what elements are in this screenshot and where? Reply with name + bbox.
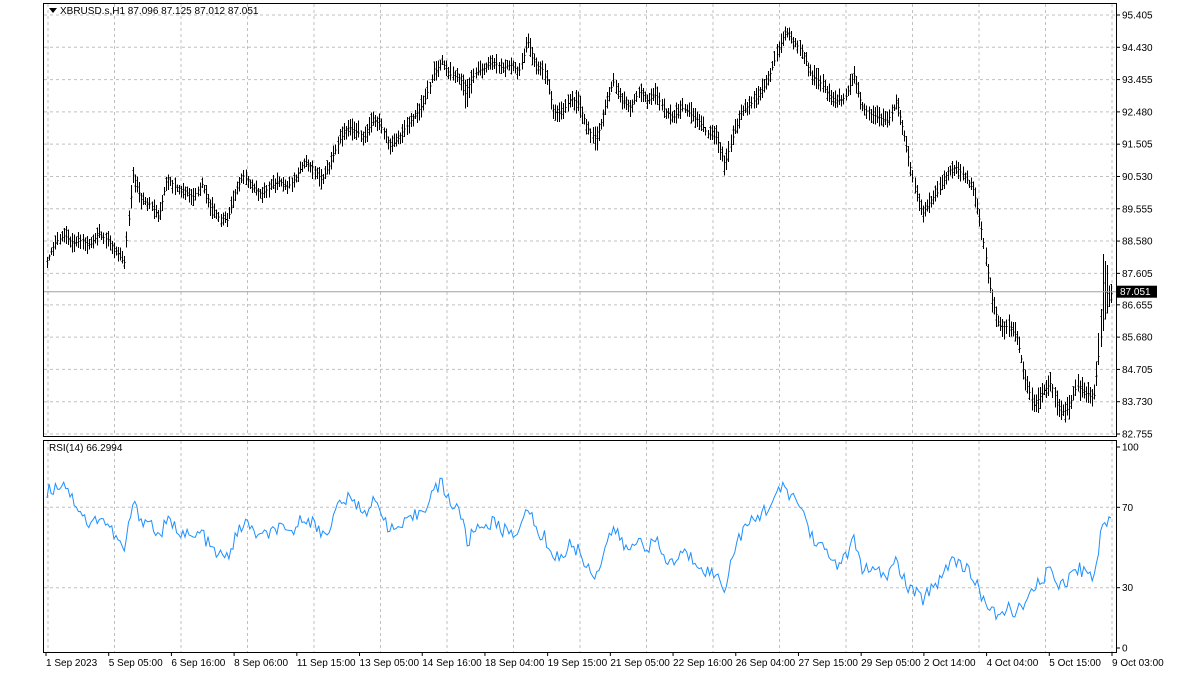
price-tick-label: 93.455 [1122,75,1153,86]
time-tick-label: 5 Oct 15:00 [1049,658,1101,669]
time-tick-label: 5 Sep 05:00 [109,658,163,669]
rsi-tick-label: 0 [1122,644,1128,655]
price-tick-label: 88.580 [1122,237,1153,248]
rsi-grid [44,441,1116,652]
time-tick-label: 14 Sep 16:00 [422,658,482,669]
time-tick-label: 22 Sep 16:00 [673,658,733,669]
time-tick-label: 11 Sep 15:00 [297,658,356,669]
chart-canvas[interactable]: 95.405 94.430 93.455 92.480 91.505 90.530 89.5… [0,0,1200,675]
rsi-tick-label: 30 [1122,583,1134,594]
price-axis: 95.405 94.430 93.455 92.480 91.505 90.530 89.5… [1116,11,1153,441]
time-tick-label: 9 Oct 03:00 [1112,658,1164,669]
price-tick-label: 94.430 [1122,43,1153,54]
time-tick-label: 21 Sep 05:00 [610,658,670,669]
time-tick-label: 8 Sep 06:00 [234,658,288,669]
time-tick-label: 6 Sep 16:00 [171,658,225,669]
price-tick-label: 82.755 [1122,430,1153,441]
price-tick-label: 91.505 [1122,140,1153,151]
price-tick-label: 84.705 [1122,365,1153,376]
time-tick-label: 1 Sep 2023 [46,658,98,669]
time-tick-label: 26 Sep 04:00 [736,658,796,669]
price-grid [44,4,1116,436]
price-tick-label: 85.680 [1122,333,1153,344]
symbol-header[interactable]: XBRUSD.s,H1 87.096 87.125 87.012 87.051 [49,6,259,17]
rsi-tick-label: 70 [1122,503,1134,514]
price-tick-label: 86.655 [1122,300,1153,311]
rsi-axis: 100 70 30 0 [1116,443,1139,655]
time-tick-label: 2 Oct 14:00 [924,658,976,669]
symbol-title: XBRUSD.s,H1 87.096 87.125 87.012 87.051 [60,6,259,17]
trading-chart-window[interactable]: 95.405 94.430 93.455 92.480 91.505 90.530 89.5… [0,0,1200,675]
chevron-down-icon[interactable] [49,8,57,13]
rsi-line-group [46,477,1112,621]
price-tick-label: 90.530 [1122,172,1153,183]
time-tick-label: 27 Sep 15:00 [798,658,858,669]
time-tick-label: 13 Sep 05:00 [360,658,420,669]
time-tick-label: 18 Sep 04:00 [485,658,545,669]
rsi-line [46,477,1112,621]
price-tick-label: 83.730 [1122,397,1153,408]
current-price-label: 87.051 [1120,287,1151,298]
price-tick-label: 92.480 [1122,107,1153,118]
price-tick-label: 95.405 [1122,11,1153,22]
rsi-title: RSI(14) 66.2994 [49,443,123,454]
rsi-tick-label: 100 [1122,443,1139,454]
price-tick-label: 87.605 [1122,269,1153,280]
time-axis: 1 Sep 2023 5 Sep 05:00 6 Sep 16:00 8 Sep 06… [45,652,1164,669]
current-price-tag: 87.051 [1117,285,1157,298]
time-tick-label: 19 Sep 15:00 [548,658,608,669]
price-tick-label: 89.555 [1122,204,1153,215]
price-bars [46,26,1113,423]
time-tick-label: 4 Oct 04:00 [987,658,1039,669]
time-tick-label: 29 Sep 05:00 [861,658,921,669]
